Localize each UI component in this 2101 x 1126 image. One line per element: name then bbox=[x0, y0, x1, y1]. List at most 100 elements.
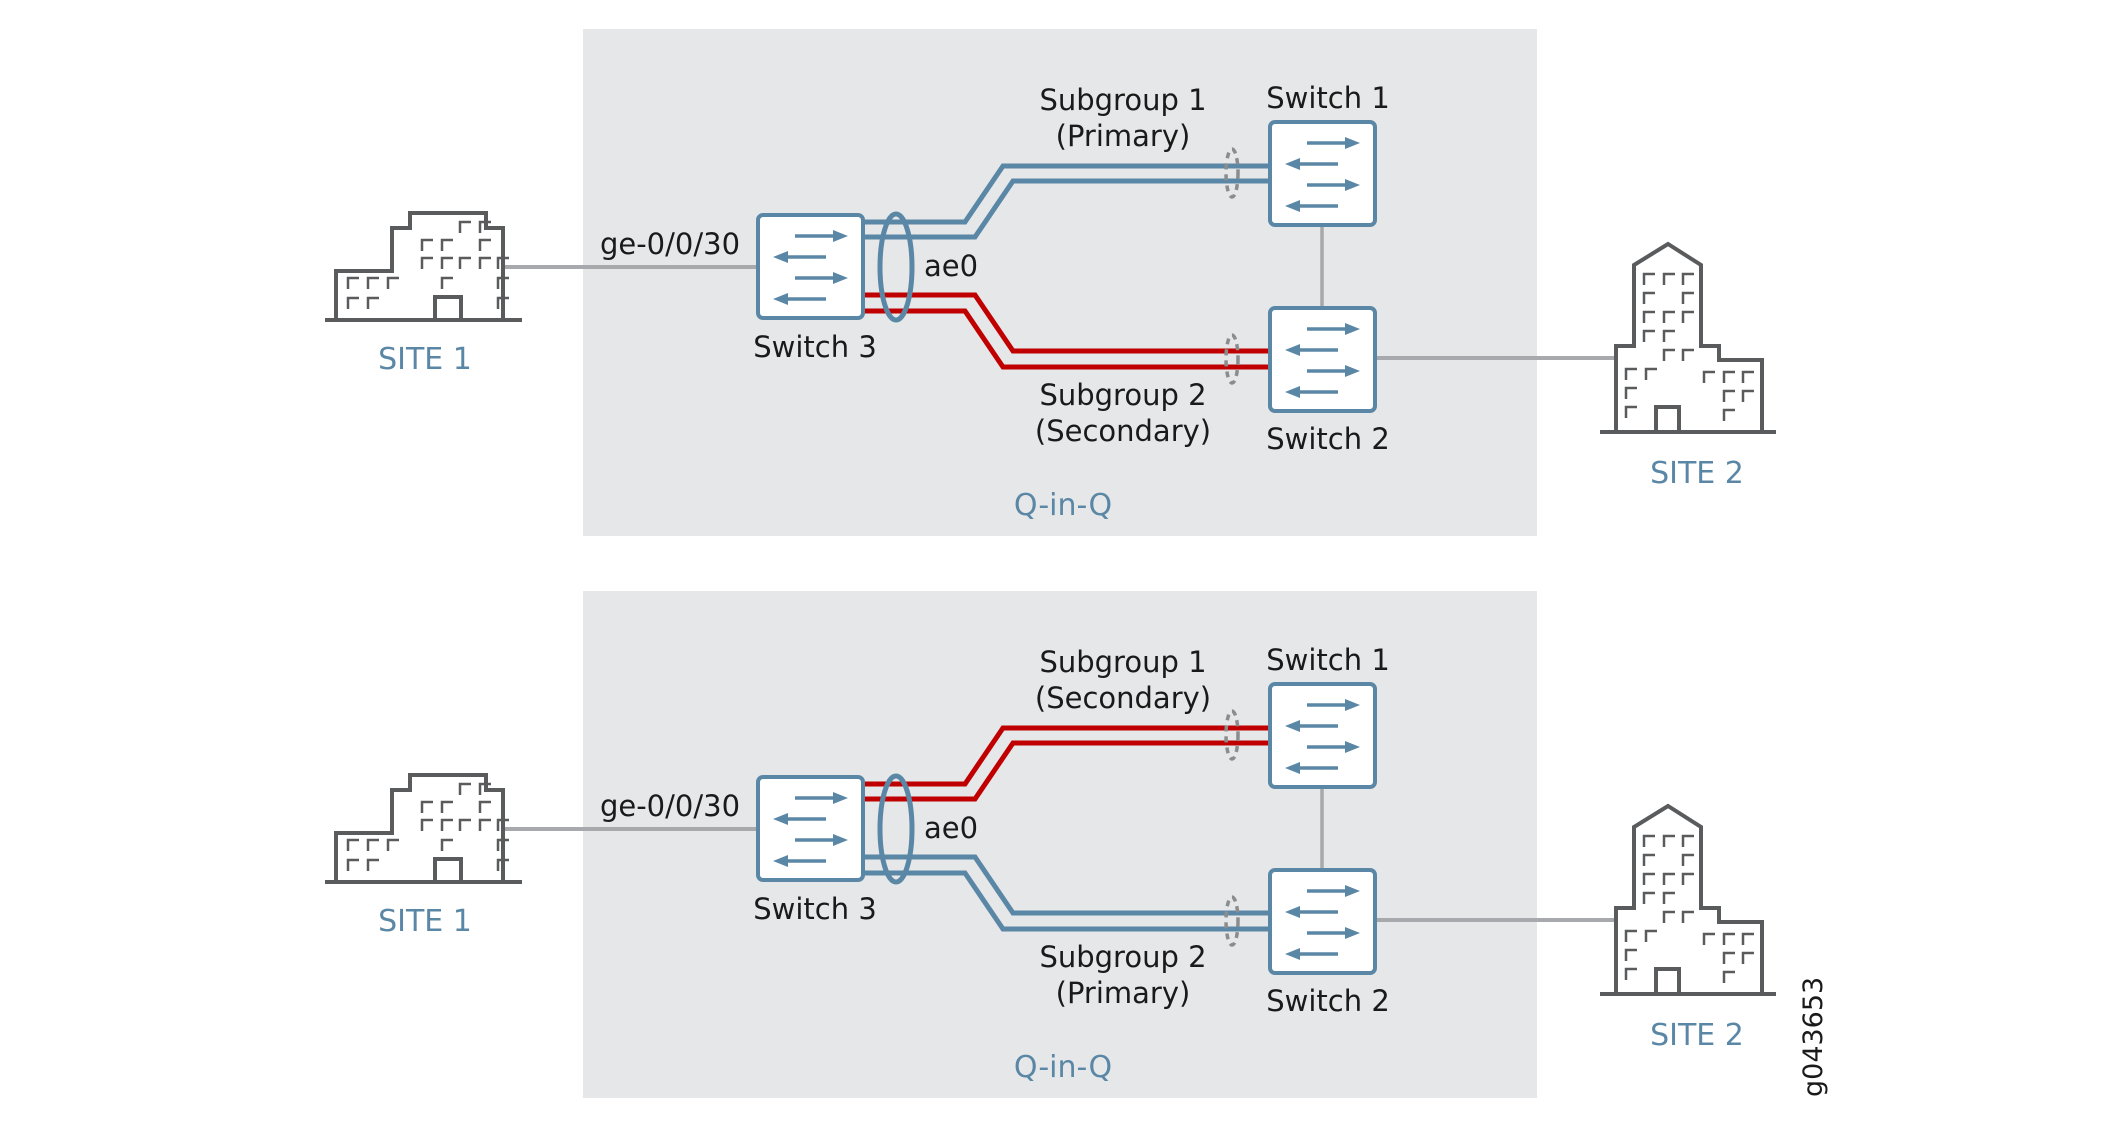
window bbox=[1642, 291, 1655, 304]
window bbox=[1681, 348, 1694, 361]
window bbox=[1624, 948, 1637, 961]
window bbox=[1662, 310, 1675, 323]
window bbox=[458, 818, 471, 831]
window bbox=[1662, 329, 1675, 342]
window bbox=[1644, 929, 1657, 942]
window bbox=[420, 800, 433, 813]
switch-body bbox=[1268, 682, 1377, 789]
window bbox=[346, 858, 359, 871]
subgroup2-role: (Secondary) bbox=[1035, 414, 1211, 448]
window bbox=[420, 238, 433, 251]
window bbox=[1741, 932, 1754, 945]
switch2-label: Switch 2 bbox=[1266, 422, 1390, 456]
window bbox=[1702, 370, 1715, 383]
switch1-icon bbox=[1268, 682, 1377, 789]
window bbox=[1681, 310, 1694, 323]
subgroup2-name: Subgroup 2 bbox=[1039, 378, 1206, 412]
site2-building-icon bbox=[1600, 803, 1776, 996]
window bbox=[346, 296, 359, 309]
window bbox=[440, 818, 453, 831]
switch3-icon bbox=[756, 775, 865, 882]
window bbox=[1681, 291, 1694, 304]
window bbox=[1662, 910, 1675, 923]
window bbox=[1624, 367, 1637, 380]
window bbox=[1722, 408, 1735, 421]
window bbox=[1642, 272, 1655, 285]
site1-building-icon bbox=[325, 211, 522, 322]
switch2-icon bbox=[1268, 306, 1377, 413]
diagram-canvas: ge-0/0/30 ae0 Switch 3 Switch 1 Switch 2… bbox=[325, 29, 1829, 1098]
switch1-label: Switch 1 bbox=[1266, 643, 1390, 677]
window bbox=[478, 818, 491, 831]
window bbox=[478, 238, 491, 251]
switch3-icon bbox=[756, 213, 865, 320]
window bbox=[1741, 951, 1754, 964]
window bbox=[1624, 929, 1637, 942]
window bbox=[1681, 910, 1694, 923]
window bbox=[1722, 951, 1735, 964]
site1-building-icon bbox=[325, 773, 522, 884]
building-door bbox=[433, 857, 463, 882]
interface-label: ge-0/0/30 bbox=[600, 227, 740, 261]
switch3-label: Switch 3 bbox=[753, 330, 877, 364]
window bbox=[1681, 853, 1694, 866]
window bbox=[1644, 367, 1657, 380]
panel-bottom: ge-0/0/30 ae0 Switch 3 Switch 1 Switch 2… bbox=[325, 591, 1776, 1098]
window bbox=[440, 276, 453, 289]
zone-label: Q-in-Q bbox=[1014, 488, 1112, 523]
window bbox=[1722, 932, 1735, 945]
window bbox=[1624, 386, 1637, 399]
window bbox=[1662, 891, 1675, 904]
window bbox=[1702, 932, 1715, 945]
switch1-label: Switch 1 bbox=[1266, 81, 1390, 115]
switch-body bbox=[1268, 306, 1377, 413]
figure-id: g043653 bbox=[1798, 977, 1829, 1097]
interface-label: ge-0/0/30 bbox=[600, 789, 740, 823]
window bbox=[386, 838, 399, 851]
zone-label: Q-in-Q bbox=[1014, 1050, 1112, 1085]
window bbox=[458, 782, 471, 795]
switch-body bbox=[1268, 120, 1377, 227]
window bbox=[1642, 834, 1655, 847]
site1-label: SITE 1 bbox=[378, 342, 472, 377]
window bbox=[1662, 872, 1675, 885]
window bbox=[478, 800, 491, 813]
window bbox=[1741, 389, 1754, 402]
window bbox=[346, 838, 359, 851]
site1-label: SITE 1 bbox=[378, 904, 472, 939]
window bbox=[1722, 970, 1735, 983]
building-door bbox=[433, 295, 463, 320]
window bbox=[420, 818, 433, 831]
subgroup1-role: (Primary) bbox=[1056, 119, 1191, 153]
site2-building-icon bbox=[1600, 241, 1776, 434]
site2-label: SITE 2 bbox=[1650, 1018, 1744, 1053]
site2-label: SITE 2 bbox=[1650, 456, 1744, 491]
building-outline bbox=[334, 211, 505, 320]
window bbox=[346, 276, 359, 289]
switch3-label: Switch 3 bbox=[753, 892, 877, 926]
window bbox=[440, 238, 453, 251]
window bbox=[1642, 872, 1655, 885]
switch2-label: Switch 2 bbox=[1266, 984, 1390, 1018]
switch2-icon bbox=[1268, 868, 1377, 975]
lag-label: ae0 bbox=[924, 811, 978, 845]
window bbox=[458, 256, 471, 269]
subgroup1-name: Subgroup 1 bbox=[1039, 83, 1206, 117]
window bbox=[1662, 834, 1675, 847]
window bbox=[366, 858, 379, 871]
window bbox=[366, 838, 379, 851]
building-door bbox=[1654, 405, 1681, 432]
window bbox=[1681, 272, 1694, 285]
window bbox=[1662, 272, 1675, 285]
switch-body bbox=[1268, 868, 1377, 975]
window bbox=[1642, 891, 1655, 904]
window bbox=[440, 256, 453, 269]
window bbox=[458, 220, 471, 233]
switch-body bbox=[756, 775, 865, 882]
window bbox=[366, 276, 379, 289]
subgroup1-role: (Secondary) bbox=[1035, 681, 1211, 715]
window bbox=[1662, 348, 1675, 361]
window bbox=[1624, 405, 1637, 418]
switch-body bbox=[756, 213, 865, 320]
window bbox=[1642, 310, 1655, 323]
